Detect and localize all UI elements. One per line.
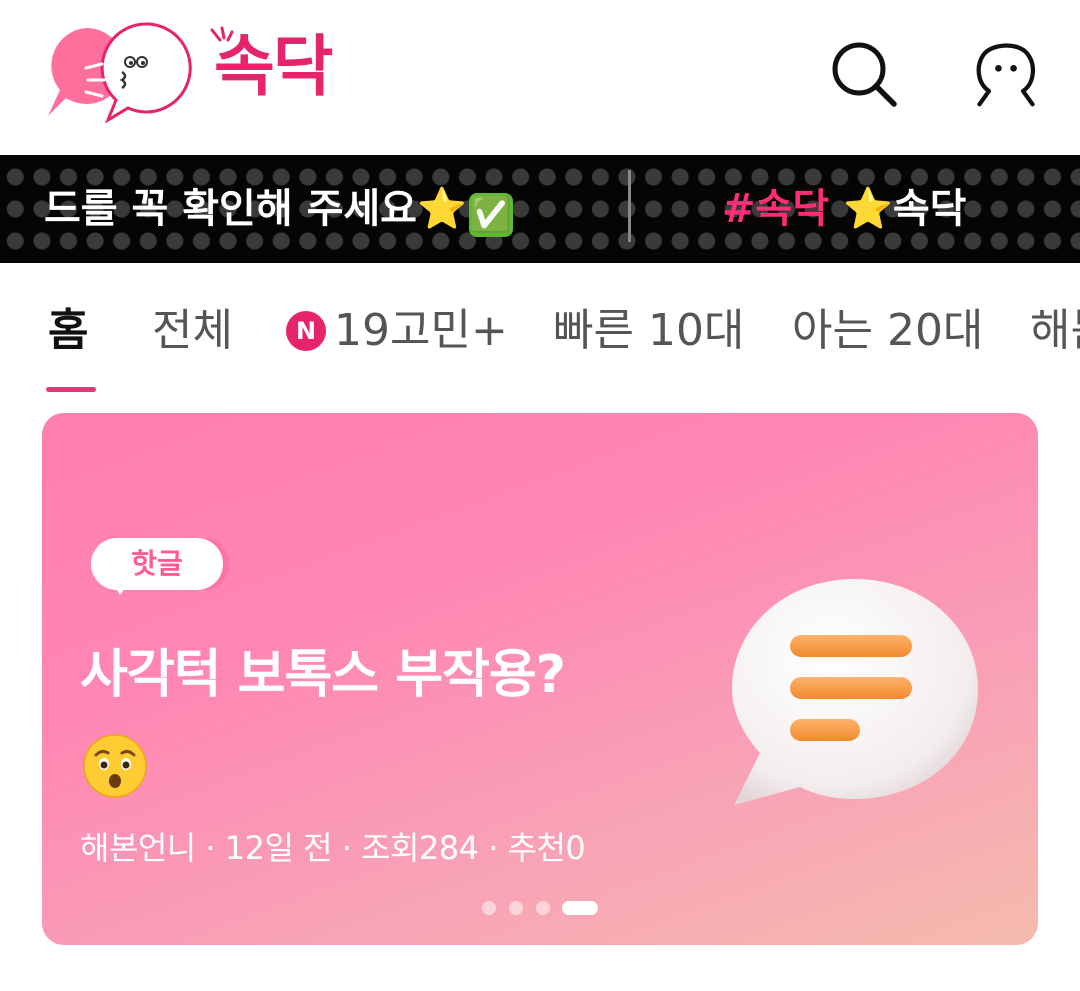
carousel-dot[interactable]	[509, 901, 523, 915]
profile-icon	[976, 43, 1035, 107]
ticker-left-text: 드를 꼭 확인해 주세요	[44, 186, 417, 232]
tab-label: 아는 20대	[792, 305, 984, 356]
category-tabs: 홈 전체 N19고민+ 빠른 10대 아는 20대 해봄	[0, 263, 1080, 399]
app-header: 속닥	[0, 0, 1080, 155]
hot-post-banner[interactable]: 핫글 사각턱 보톡스 부작용? 해본언니 · 12일 전 · 조회284 · 추…	[42, 413, 1038, 945]
hushed-face-emoji	[83, 734, 147, 798]
chat-bubble-icon	[732, 579, 978, 805]
announcement-ticker[interactable]: 드를 꼭 확인해 주세요⭐✅ #속닥 ⭐속닥	[0, 155, 1080, 263]
star-emoji: ⭐	[843, 186, 893, 232]
carousel-dot[interactable]	[536, 901, 550, 915]
check-mark-emoji: ✅	[468, 193, 513, 237]
app-logo[interactable]: 속닥	[46, 20, 346, 125]
carousel-dot[interactable]	[482, 901, 496, 915]
banner-title: 사각턱 보톡스 부작용?	[80, 645, 566, 705]
tab-label: 전체	[152, 305, 233, 356]
tab-label: 빠른 10대	[553, 305, 745, 356]
search-icon	[832, 42, 897, 107]
tab-home[interactable]: 홈	[48, 303, 88, 359]
ticker-right-message: #속닥 ⭐속닥	[722, 185, 966, 233]
logo-text: 속닥	[214, 28, 333, 105]
tab-fast-10s[interactable]: 빠른 10대	[553, 303, 744, 359]
new-badge: N	[286, 311, 326, 351]
tab-tried[interactable]: 해봄	[1030, 303, 1080, 359]
tab-knowing-20s[interactable]: 아는 20대	[792, 303, 983, 359]
active-tab-indicator	[46, 387, 96, 392]
tab-label: 19고민+	[334, 305, 508, 356]
ticker-left-message: 드를 꼭 확인해 주세요⭐✅	[44, 185, 513, 237]
tab-label: 해봄	[1030, 305, 1080, 356]
ticker-hashtag: #속닥	[722, 186, 830, 232]
search-button[interactable]	[828, 38, 900, 110]
banner-meta: 해본언니 · 12일 전 · 조회284 · 추천0	[80, 829, 586, 867]
hot-badge: 핫글	[91, 538, 223, 590]
profile-button[interactable]	[970, 38, 1042, 110]
ticker-right-text: 속닥	[892, 186, 967, 232]
logo-bubbles-icon	[48, 22, 192, 124]
star-emoji: ⭐	[416, 186, 467, 232]
tab-19-worries[interactable]: N 19고민+	[286, 303, 508, 359]
tab-label: 홈	[48, 305, 89, 356]
tab-all[interactable]: 전체	[152, 303, 233, 359]
carousel-dot-active[interactable]	[562, 901, 598, 915]
ticker-divider	[628, 170, 631, 242]
badge-tail	[112, 581, 130, 595]
